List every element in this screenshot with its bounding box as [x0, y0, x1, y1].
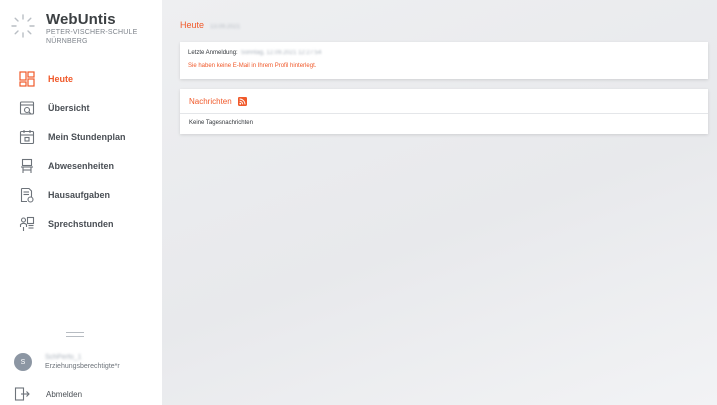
- nav-label-heute: Heute: [48, 73, 74, 84]
- user-name: SchPerfo_1: [45, 354, 82, 361]
- overview-icon: [19, 100, 35, 115]
- nav-item-heute[interactable]: Heute: [0, 64, 162, 93]
- brand-school-line1: PETER-VISCHER-SCHULE: [46, 29, 138, 36]
- last-login-card: Letzte Anmeldung: Sonntag, 12.09.2021 12…: [180, 42, 708, 79]
- nav-item-uebersicht[interactable]: Übersicht: [0, 93, 162, 122]
- brand-school-line2: NÜRNBERG: [46, 38, 88, 45]
- nav-item-sprechstunden[interactable]: Sprechstunden: [0, 209, 162, 238]
- email-warning-message: Sie haben keine E-Mail in Ihrem Profil h…: [188, 63, 317, 69]
- last-login-value: Sonntag, 12.09.2021 12:27:54: [240, 50, 322, 56]
- consultation-icon: [19, 216, 35, 231]
- dashboard-grid-icon: [19, 70, 35, 87]
- news-title: Nachrichten: [189, 96, 232, 106]
- nav-item-abwesenheiten[interactable]: Abwesenheiten: [0, 151, 162, 180]
- logout-label: Abmelden: [46, 389, 83, 399]
- main-content: Heute 13.09.2021 Letzte Anmeldung: Sonnt…: [162, 0, 717, 405]
- nav-item-hausaufgaben[interactable]: Hausaufgaben: [0, 180, 162, 209]
- nav-item-stundenplan[interactable]: Mein Stundenplan: [0, 122, 162, 151]
- webuntis-logo-icon: [11, 14, 35, 38]
- homework-document-icon: [20, 187, 34, 203]
- page-title: Heute 13.09.2021: [180, 20, 240, 30]
- sidebar-collapse-handle[interactable]: [66, 332, 84, 340]
- logout-button[interactable]: Abmelden: [14, 387, 82, 401]
- page-date: 13.09.2021: [210, 24, 241, 30]
- page-title-text: Heute: [180, 20, 205, 30]
- logout-door-icon: [14, 387, 30, 401]
- news-header: Nachrichten: [180, 89, 708, 114]
- last-login-label: Letzte Anmeldung:: [188, 50, 238, 56]
- user-profile[interactable]: S SchPerfo_1 Erziehungsberechtigte*r: [14, 353, 120, 371]
- nav-label-abwesenheiten: Abwesenheiten: [48, 160, 115, 171]
- brand-name: WebUntis: [46, 11, 116, 28]
- nav-label-sprechstunden: Sprechstunden: [48, 218, 114, 229]
- sidebar: WebUntis PETER-VISCHER-SCHULE NÜRNBERG H…: [0, 0, 162, 405]
- nav-label-uebersicht: Übersicht: [48, 102, 90, 113]
- main-navigation: Heute Übersicht Mein Stundenplan Abwesen…: [0, 64, 162, 238]
- brand[interactable]: WebUntis PETER-VISCHER-SCHULE NÜRNBERG: [10, 12, 138, 46]
- nav-label-hausaufgaben: Hausaufgaben: [48, 189, 111, 200]
- rss-icon[interactable]: [237, 96, 247, 106]
- user-role: Erziehungsberechtigte*r: [45, 363, 120, 370]
- last-login-line: Letzte Anmeldung: Sonntag, 12.09.2021 12…: [188, 49, 700, 58]
- absence-chair-icon: [21, 158, 33, 173]
- nav-label-stundenplan: Mein Stundenplan: [48, 131, 126, 142]
- calendar-icon: [19, 129, 35, 144]
- news-empty-text: Keine Tagesnachrichten: [189, 120, 253, 126]
- avatar: S: [14, 353, 32, 371]
- news-card: Nachrichten Keine Tagesnachrichten: [180, 89, 708, 134]
